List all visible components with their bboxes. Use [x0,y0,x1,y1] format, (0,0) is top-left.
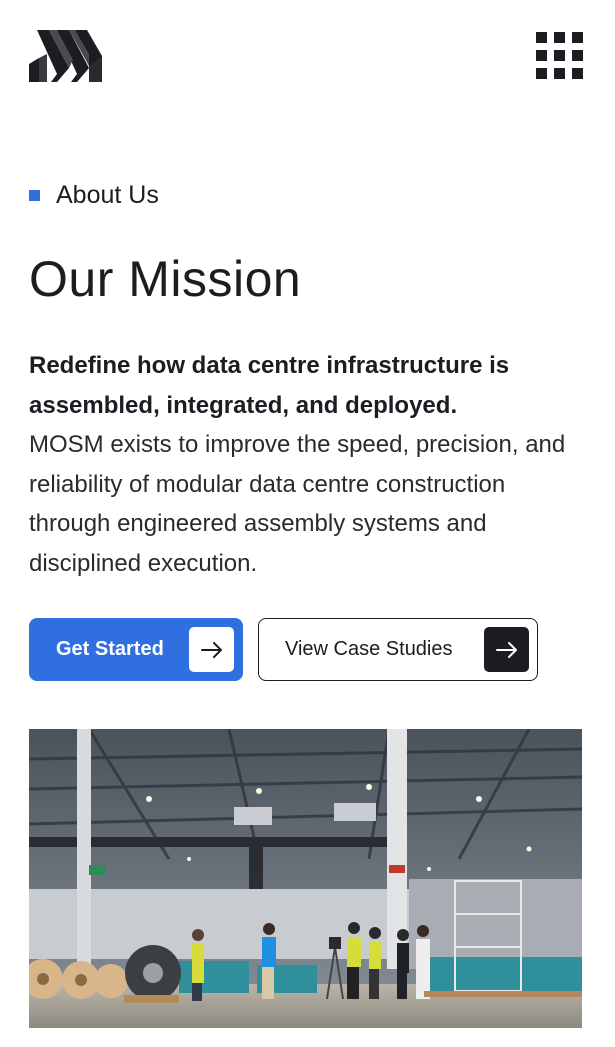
eyebrow-label: About Us [56,180,159,209]
section-eyebrow: About Us [29,180,159,210]
mission-body: MOSM exists to improve the speed, precis… [29,431,566,577]
menu-dot [572,32,583,43]
menu-dot [572,68,583,79]
warehouse-team-photo [29,729,582,1028]
menu-dot [554,68,565,79]
menu-dot [536,32,547,43]
view-case-studies-button[interactable]: View Case Studies [258,618,538,681]
menu-dot [572,50,583,61]
menu-dot [554,50,565,61]
site-header [0,0,615,110]
menu-dot [536,50,547,61]
page-title: Our Mission [29,251,302,307]
mission-lead: Redefine how data centre infrastructure … [29,352,510,419]
get-started-label: Get Started [56,638,164,660]
view-case-studies-label: View Case Studies [285,638,453,660]
grid-menu-icon[interactable] [536,32,583,79]
menu-dot [554,32,565,43]
get-started-button[interactable]: Get Started [29,618,243,681]
mission-text: Redefine how data centre infrastructure … [29,346,589,583]
menu-dot [536,68,547,79]
arrow-right-icon [189,627,234,672]
square-bullet-icon [29,189,40,201]
brand-logo[interactable] [29,30,102,82]
arrow-right-icon [484,627,529,672]
